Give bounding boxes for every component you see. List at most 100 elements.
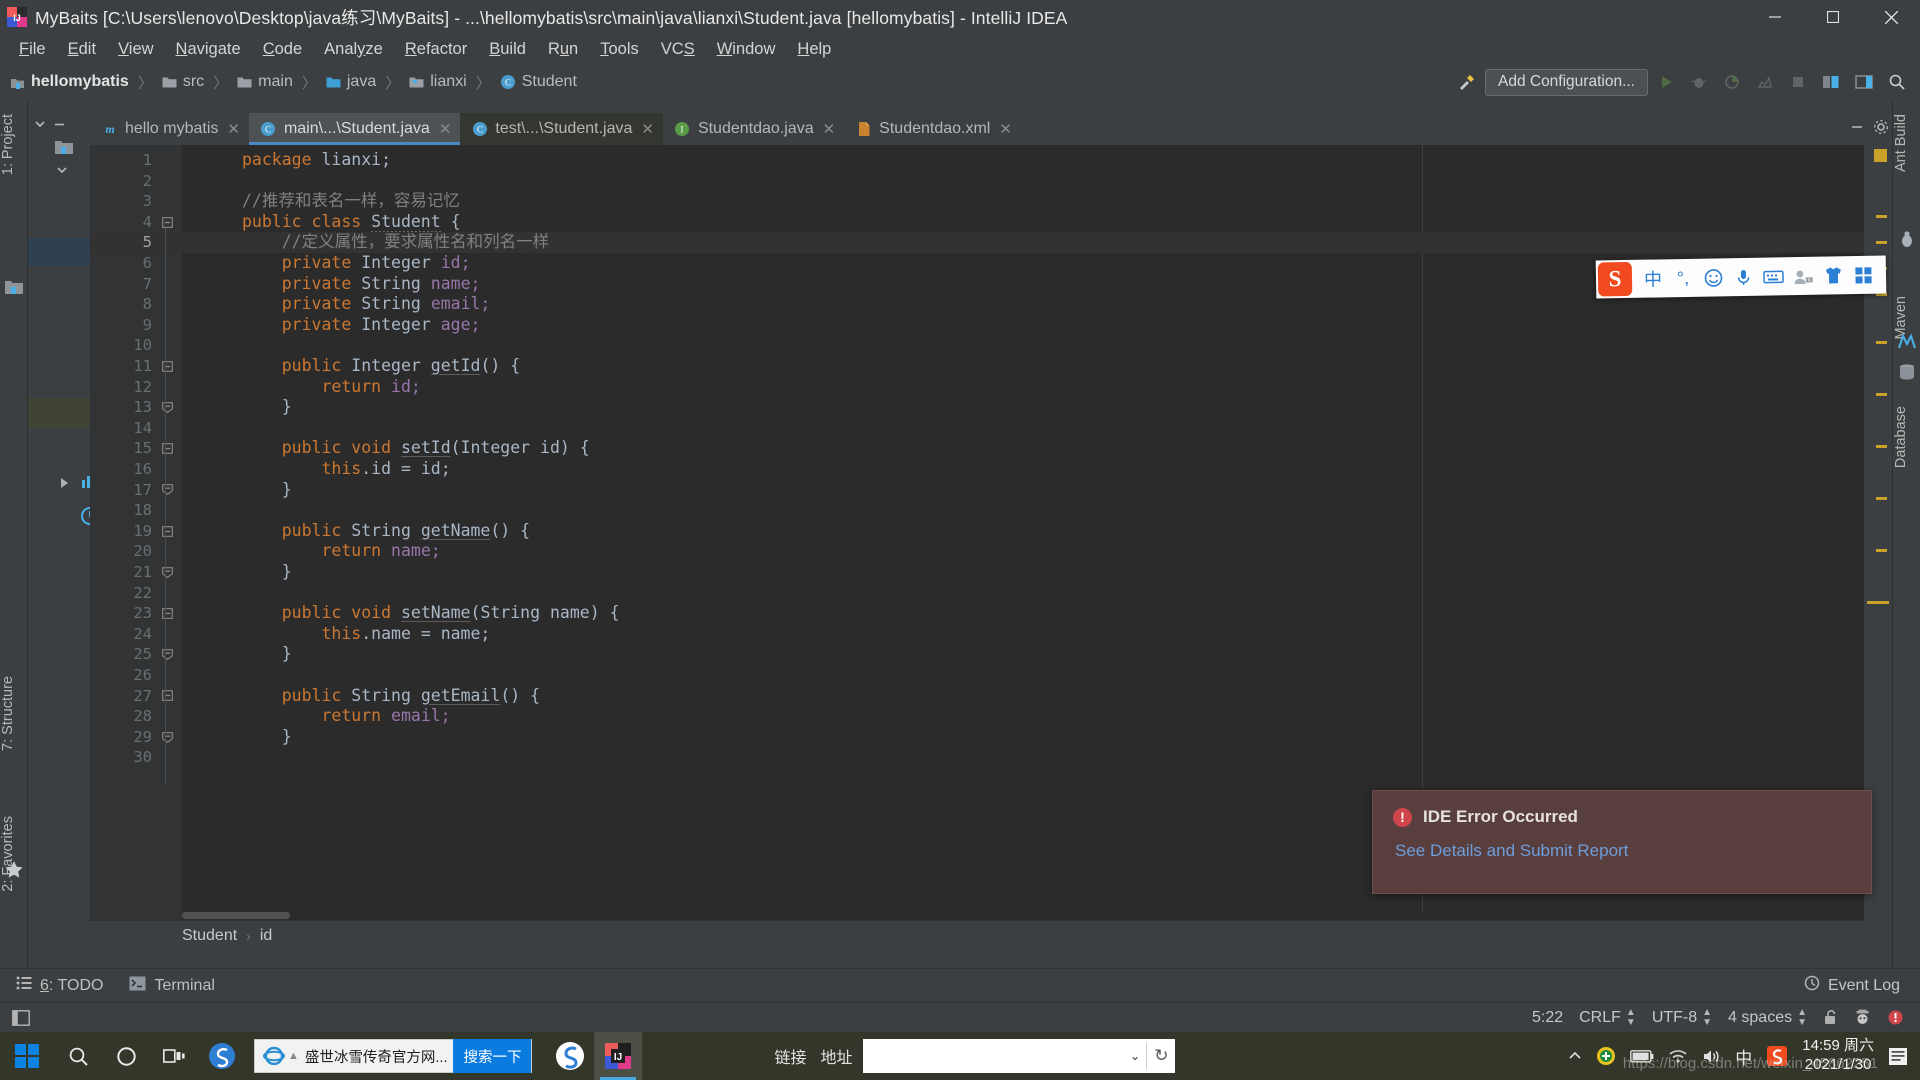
code-line[interactable]: }: [242, 727, 292, 748]
caret-position[interactable]: 5:22: [1532, 1009, 1563, 1027]
stripe-mark[interactable]: [1876, 241, 1887, 244]
ime-skin-icon[interactable]: [1818, 260, 1849, 291]
footer-member-name[interactable]: id: [260, 927, 272, 945]
fold-end-icon[interactable]: [160, 644, 174, 665]
code-line[interactable]: }: [242, 397, 292, 418]
settings-gear-icon[interactable]: [1872, 118, 1890, 141]
code-line[interactable]: return email;: [242, 706, 450, 727]
file-encoding[interactable]: UTF-8 ▲ ▼: [1652, 1007, 1712, 1028]
project-structure-icon[interactable]: [1816, 67, 1846, 97]
close-button[interactable]: [1862, 0, 1920, 34]
breadcrumb-main[interactable]: main: [237, 73, 293, 91]
ie-search-bar[interactable]: ▲ 盛世冰雪传奇官方网... 搜索一下: [254, 1039, 533, 1073]
fold-collapse-icon[interactable]: [160, 521, 174, 542]
collapse-all-icon[interactable]: [53, 118, 66, 136]
menu-window[interactable]: Window: [706, 37, 787, 62]
stripe-mark[interactable]: [1876, 445, 1887, 448]
taskbar-clock[interactable]: 14:59 周六 2021/1/30: [1802, 1037, 1874, 1075]
code-line[interactable]: }: [242, 480, 292, 501]
tab-hello-mybatis[interactable]: m hello mybatis ✕: [90, 113, 249, 145]
ime-language-indicator[interactable]: 中: [1735, 1044, 1752, 1069]
menu-help[interactable]: Help: [786, 37, 842, 62]
taskbar-search-icon[interactable]: [54, 1032, 102, 1080]
code-line[interactable]: public String getEmail() {: [242, 686, 540, 707]
build-icon[interactable]: [1452, 67, 1482, 97]
debug-icon[interactable]: [1684, 67, 1714, 97]
expand-all-icon[interactable]: [34, 118, 47, 136]
action-center-icon[interactable]: [1888, 1047, 1908, 1066]
toggle-toolwindows-icon[interactable]: [12, 1009, 30, 1026]
tool-window-terminal[interactable]: Terminal: [129, 976, 215, 996]
close-icon[interactable]: ✕: [823, 120, 836, 138]
menu-file[interactable]: File: [8, 37, 57, 62]
code-line[interactable]: }: [242, 562, 292, 583]
menu-analyze[interactable]: Analyze: [313, 37, 394, 62]
tab-main-student-java[interactable]: C main\...\Student.java ✕: [248, 113, 461, 145]
code-line[interactable]: public Integer getId() {: [242, 356, 520, 377]
stripe-warning-summary[interactable]: [1874, 149, 1887, 162]
ie-search-button[interactable]: 搜索一下: [453, 1039, 532, 1073]
coverage-icon[interactable]: [1717, 67, 1747, 97]
tab-studentdao-java[interactable]: I Studentdao.java ✕: [663, 113, 844, 145]
fold-collapse-icon[interactable]: [160, 438, 174, 459]
battery-icon[interactable]: [1630, 1049, 1654, 1063]
links-label[interactable]: 链接: [774, 1044, 806, 1068]
menu-vcs[interactable]: VCS: [650, 37, 706, 62]
menu-view[interactable]: View: [107, 37, 164, 62]
ime-chinese-mode-icon[interactable]: 中: [1638, 263, 1669, 294]
code-line[interactable]: this.id = id;: [242, 459, 450, 480]
menu-edit[interactable]: Edit: [57, 37, 107, 62]
editor-horizontal-scrollbar[interactable]: [182, 911, 1864, 920]
tab-studentdao-xml[interactable]: Studentdao.xml ✕: [844, 113, 1021, 145]
ime-account-icon[interactable]: 13: [1788, 261, 1819, 292]
stripe-mark-wide[interactable]: [1867, 601, 1889, 604]
code-line[interactable]: //定义属性，要求属性名和列名一样: [242, 232, 549, 253]
error-status-icon[interactable]: [1887, 1009, 1904, 1026]
footer-class-name[interactable]: Student: [182, 927, 237, 945]
sidebar-item-favorites[interactable]: 2: Favorites: [0, 810, 28, 898]
ime-voice-icon[interactable]: [1728, 262, 1759, 293]
layout-icon[interactable]: [1849, 67, 1879, 97]
project-folder-icon[interactable]: [4, 278, 24, 298]
tab-test-student-java[interactable]: C test\...\Student.java ✕: [460, 113, 663, 145]
cortana-icon[interactable]: [102, 1032, 150, 1080]
breadcrumb-hellomybatis[interactable]: hellomybatis: [10, 73, 129, 91]
refresh-icon[interactable]: ↻: [1154, 1046, 1168, 1066]
breadcrumb-src[interactable]: src: [162, 73, 204, 91]
breadcrumb-lianxi[interactable]: lianxi: [409, 73, 467, 91]
project-tree-expand-icon[interactable]: [56, 164, 69, 182]
database-icon[interactable]: [1897, 362, 1917, 382]
minimize-button[interactable]: [1746, 0, 1804, 34]
ime-toolbox-icon[interactable]: [1848, 260, 1879, 291]
stripe-mark[interactable]: [1876, 497, 1887, 500]
ide-error-notification[interactable]: ! IDE Error Occurred See Details and Sub…: [1372, 790, 1872, 894]
menu-tools[interactable]: Tools: [589, 37, 650, 62]
line-separator[interactable]: CRLF ▲ ▼: [1579, 1007, 1636, 1028]
close-icon[interactable]: ✕: [439, 120, 452, 138]
ime-keyboard-icon[interactable]: [1758, 261, 1789, 292]
sogou-ime-toolbar[interactable]: S 中 °, 13: [1595, 255, 1887, 299]
menu-build[interactable]: Build: [478, 37, 537, 62]
ant-icon[interactable]: [1897, 230, 1917, 250]
sidebar-item-ant-build[interactable]: Ant Build: [1893, 108, 1920, 178]
code-line[interactable]: public void setName(String name) {: [242, 603, 620, 624]
menu-refactor[interactable]: Refactor: [394, 37, 478, 62]
close-icon[interactable]: ✕: [999, 120, 1012, 138]
code-line[interactable]: public String getName() {: [242, 521, 530, 542]
hide-tabs-icon[interactable]: [1848, 118, 1866, 141]
stripe-mark[interactable]: [1876, 215, 1887, 218]
stop-icon[interactable]: [1783, 67, 1813, 97]
address-input[interactable]: ⌄ ↻: [862, 1039, 1175, 1073]
fold-collapse-icon[interactable]: [160, 212, 174, 233]
code-line[interactable]: return id;: [242, 377, 420, 398]
sidebar-item-database[interactable]: Database: [1893, 400, 1920, 474]
stripe-mark[interactable]: [1876, 549, 1887, 552]
code-line[interactable]: public class Student {: [242, 211, 461, 233]
code-line[interactable]: //推荐和表名一样，容易记忆: [242, 191, 460, 212]
show-hidden-icons-chevron[interactable]: [1568, 1049, 1582, 1063]
fold-end-icon[interactable]: [160, 397, 174, 418]
breadcrumb-student[interactable]: C Student: [500, 73, 577, 91]
stripe-mark[interactable]: [1876, 393, 1887, 396]
sogou-logo-icon[interactable]: S: [1597, 261, 1633, 297]
chevron-down-icon[interactable]: ⌄: [1130, 1048, 1141, 1064]
